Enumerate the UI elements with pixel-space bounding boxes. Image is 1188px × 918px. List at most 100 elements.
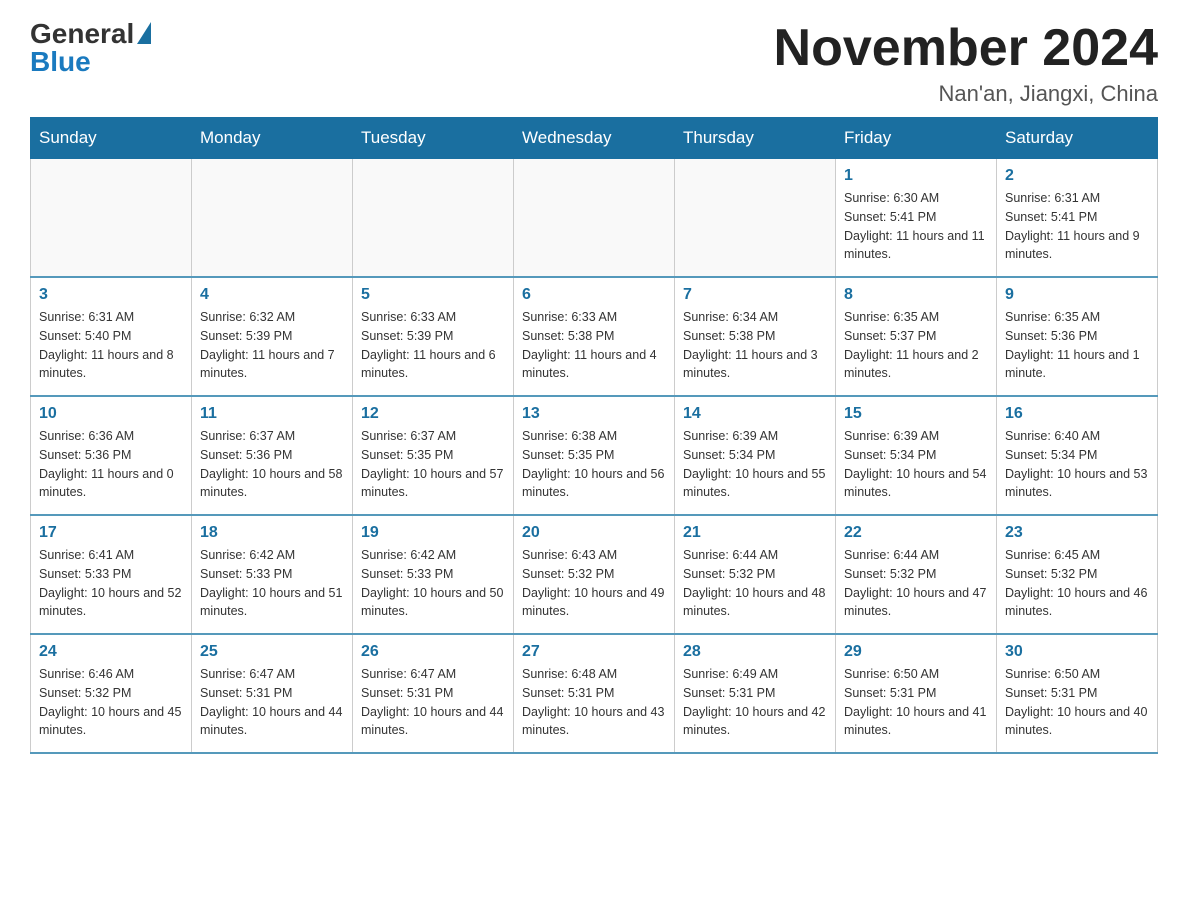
day-number: 21 <box>683 524 827 542</box>
day-number: 14 <box>683 405 827 423</box>
day-cell: 13 Sunrise: 6:38 AM Sunset: 5:35 PM Dayli… <box>514 396 675 515</box>
day-cell: 20Sunrise: 6:43 AM Sunset: 5:32 PM Dayli… <box>514 515 675 634</box>
day-number: 20 <box>522 524 666 542</box>
day-number: 11 <box>200 405 344 423</box>
day-info: Sunrise: 6:42 AM Sunset: 5:33 PM Dayligh… <box>200 546 344 621</box>
day-info: Sunrise: 6:47 AM Sunset: 5:31 PM Dayligh… <box>200 665 344 740</box>
day-number: 8 <box>844 286 988 304</box>
day-number: 3 <box>39 286 183 304</box>
day-cell: 21 Sunrise: 6:44 AM Sunset: 5:32 PM Dayli… <box>675 515 836 634</box>
day-info: Sunrise: 6:48 AM Sunset: 5:31 PM Dayligh… <box>522 665 666 740</box>
day-cell: 27 Sunrise: 6:48 AM Sunset: 5:31 PM Dayli… <box>514 634 675 753</box>
day-cell: 11 Sunrise: 6:37 AM Sunset: 5:36 PM Dayli… <box>192 396 353 515</box>
weekday-header-friday: Friday <box>836 118 997 159</box>
page-header: General Blue November 2024 Nan'an, Jiang… <box>30 20 1158 107</box>
week-row-3: 10 Sunrise: 6:36 AM Sunset: 5:36 PM Dayli… <box>31 396 1158 515</box>
day-info: Sunrise: 6:44 AM Sunset: 5:32 PM Dayligh… <box>844 546 988 621</box>
day-number: 12 <box>361 405 505 423</box>
day-number: 17 <box>39 524 183 542</box>
day-number: 13 <box>522 405 666 423</box>
month-title: November 2024 <box>774 20 1158 77</box>
day-cell <box>675 159 836 278</box>
day-cell: 7 Sunrise: 6:34 AM Sunset: 5:38 PM Daylig… <box>675 277 836 396</box>
day-info: Sunrise: 6:46 AM Sunset: 5:32 PM Dayligh… <box>39 665 183 740</box>
day-info: Sunrise: 6:47 AM Sunset: 5:31 PM Dayligh… <box>361 665 505 740</box>
week-row-5: 24 Sunrise: 6:46 AM Sunset: 5:32 PM Dayli… <box>31 634 1158 753</box>
day-number: 22 <box>844 524 988 542</box>
day-number: 30 <box>1005 643 1149 661</box>
day-number: 2 <box>1005 167 1149 185</box>
day-cell: 5Sunrise: 6:33 AM Sunset: 5:39 PM Daylig… <box>353 277 514 396</box>
day-cell: 29 Sunrise: 6:50 AM Sunset: 5:31 PM Dayli… <box>836 634 997 753</box>
day-number: 24 <box>39 643 183 661</box>
day-number: 15 <box>844 405 988 423</box>
day-info: Sunrise: 6:39 AM Sunset: 5:34 PM Dayligh… <box>683 427 827 502</box>
day-cell: 4Sunrise: 6:32 AM Sunset: 5:39 PM Daylig… <box>192 277 353 396</box>
day-info: Sunrise: 6:40 AM Sunset: 5:34 PM Dayligh… <box>1005 427 1149 502</box>
logo-blue-text: Blue <box>30 48 91 76</box>
day-cell: 23 Sunrise: 6:45 AM Sunset: 5:32 PM Dayli… <box>997 515 1158 634</box>
day-number: 27 <box>522 643 666 661</box>
day-info: Sunrise: 6:36 AM Sunset: 5:36 PM Dayligh… <box>39 427 183 502</box>
weekday-header-tuesday: Tuesday <box>353 118 514 159</box>
weekday-header-monday: Monday <box>192 118 353 159</box>
day-cell <box>353 159 514 278</box>
day-number: 10 <box>39 405 183 423</box>
day-cell: 22 Sunrise: 6:44 AM Sunset: 5:32 PM Dayli… <box>836 515 997 634</box>
day-info: Sunrise: 6:34 AM Sunset: 5:38 PM Dayligh… <box>683 308 827 383</box>
day-number: 19 <box>361 524 505 542</box>
day-cell: 2 Sunrise: 6:31 AM Sunset: 5:41 PM Daylig… <box>997 159 1158 278</box>
day-number: 28 <box>683 643 827 661</box>
day-cell: 3 Sunrise: 6:31 AM Sunset: 5:40 PM Daylig… <box>31 277 192 396</box>
day-info: Sunrise: 6:31 AM Sunset: 5:41 PM Dayligh… <box>1005 189 1149 264</box>
day-info: Sunrise: 6:42 AM Sunset: 5:33 PM Dayligh… <box>361 546 505 621</box>
weekday-header-row: SundayMondayTuesdayWednesdayThursdayFrid… <box>31 118 1158 159</box>
day-number: 18 <box>200 524 344 542</box>
day-cell: 12Sunrise: 6:37 AM Sunset: 5:35 PM Dayli… <box>353 396 514 515</box>
day-cell: 18 Sunrise: 6:42 AM Sunset: 5:33 PM Dayli… <box>192 515 353 634</box>
day-cell <box>31 159 192 278</box>
day-cell <box>514 159 675 278</box>
day-info: Sunrise: 6:44 AM Sunset: 5:32 PM Dayligh… <box>683 546 827 621</box>
day-info: Sunrise: 6:50 AM Sunset: 5:31 PM Dayligh… <box>844 665 988 740</box>
day-number: 29 <box>844 643 988 661</box>
week-row-4: 17Sunrise: 6:41 AM Sunset: 5:33 PM Dayli… <box>31 515 1158 634</box>
weekday-header-saturday: Saturday <box>997 118 1158 159</box>
day-info: Sunrise: 6:45 AM Sunset: 5:32 PM Dayligh… <box>1005 546 1149 621</box>
day-cell: 10 Sunrise: 6:36 AM Sunset: 5:36 PM Dayli… <box>31 396 192 515</box>
day-number: 6 <box>522 286 666 304</box>
day-cell: 15Sunrise: 6:39 AM Sunset: 5:34 PM Dayli… <box>836 396 997 515</box>
day-info: Sunrise: 6:38 AM Sunset: 5:35 PM Dayligh… <box>522 427 666 502</box>
weekday-header-sunday: Sunday <box>31 118 192 159</box>
day-number: 7 <box>683 286 827 304</box>
week-row-1: 1 Sunrise: 6:30 AM Sunset: 5:41 PM Daylig… <box>31 159 1158 278</box>
day-info: Sunrise: 6:33 AM Sunset: 5:39 PM Dayligh… <box>361 308 505 383</box>
day-number: 1 <box>844 167 988 185</box>
day-number: 26 <box>361 643 505 661</box>
day-cell: 26 Sunrise: 6:47 AM Sunset: 5:31 PM Dayli… <box>353 634 514 753</box>
day-info: Sunrise: 6:50 AM Sunset: 5:31 PM Dayligh… <box>1005 665 1149 740</box>
day-cell: 30 Sunrise: 6:50 AM Sunset: 5:31 PM Dayli… <box>997 634 1158 753</box>
day-info: Sunrise: 6:31 AM Sunset: 5:40 PM Dayligh… <box>39 308 183 383</box>
day-cell <box>192 159 353 278</box>
day-info: Sunrise: 6:49 AM Sunset: 5:31 PM Dayligh… <box>683 665 827 740</box>
day-info: Sunrise: 6:37 AM Sunset: 5:36 PM Dayligh… <box>200 427 344 502</box>
day-info: Sunrise: 6:35 AM Sunset: 5:36 PM Dayligh… <box>1005 308 1149 383</box>
day-cell: 8 Sunrise: 6:35 AM Sunset: 5:37 PM Daylig… <box>836 277 997 396</box>
day-cell: 19 Sunrise: 6:42 AM Sunset: 5:33 PM Dayli… <box>353 515 514 634</box>
day-number: 4 <box>200 286 344 304</box>
day-cell: 17Sunrise: 6:41 AM Sunset: 5:33 PM Dayli… <box>31 515 192 634</box>
location-title: Nan'an, Jiangxi, China <box>774 81 1158 107</box>
day-info: Sunrise: 6:30 AM Sunset: 5:41 PM Dayligh… <box>844 189 988 264</box>
week-row-2: 3 Sunrise: 6:31 AM Sunset: 5:40 PM Daylig… <box>31 277 1158 396</box>
day-cell: 25 Sunrise: 6:47 AM Sunset: 5:31 PM Dayli… <box>192 634 353 753</box>
weekday-header-wednesday: Wednesday <box>514 118 675 159</box>
logo: General Blue <box>30 20 151 76</box>
day-cell: 6Sunrise: 6:33 AM Sunset: 5:38 PM Daylig… <box>514 277 675 396</box>
day-cell: 14 Sunrise: 6:39 AM Sunset: 5:34 PM Dayli… <box>675 396 836 515</box>
day-number: 9 <box>1005 286 1149 304</box>
day-cell: 1 Sunrise: 6:30 AM Sunset: 5:41 PM Daylig… <box>836 159 997 278</box>
day-number: 23 <box>1005 524 1149 542</box>
day-info: Sunrise: 6:35 AM Sunset: 5:37 PM Dayligh… <box>844 308 988 383</box>
day-number: 25 <box>200 643 344 661</box>
